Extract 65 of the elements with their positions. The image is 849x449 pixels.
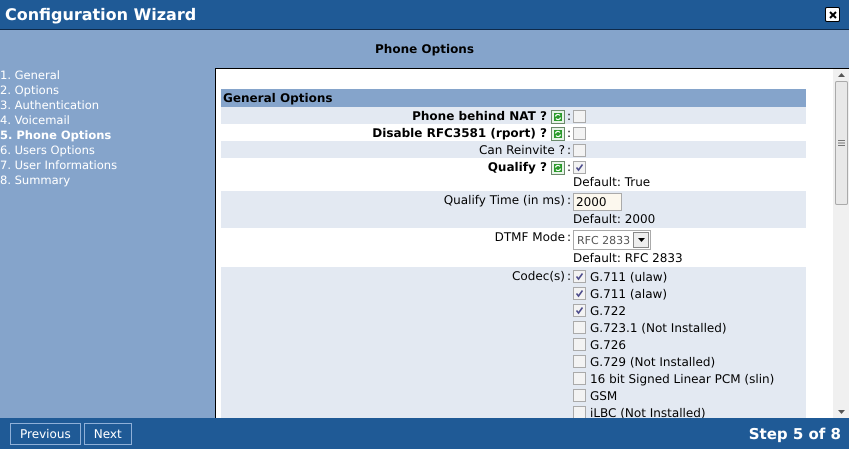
wizard-step[interactable]: 5. Phone Options: [0, 128, 112, 143]
wizard-step[interactable]: 4. Voicemail: [0, 113, 70, 128]
help-icon[interactable]: [550, 161, 565, 175]
nav-button[interactable]: Next: [84, 422, 132, 444]
option-label: G.723.1 (Not Installed): [590, 320, 727, 334]
checkbox[interactable]: [573, 144, 586, 157]
checkbox[interactable]: [573, 389, 586, 402]
up-arrow-icon[interactable]: [838, 73, 844, 77]
default-hint: Default: 2000: [573, 211, 656, 227]
option-label: G.726: [590, 338, 626, 352]
checkbox[interactable]: [573, 287, 586, 300]
wizard-step[interactable]: 7. User Informations: [0, 158, 118, 173]
colon: :: [566, 268, 571, 284]
close-icon: [826, 8, 838, 20]
help-icon[interactable]: [550, 110, 565, 124]
wizard-step[interactable]: 3. Authentication: [0, 98, 100, 113]
checkbox[interactable]: [573, 338, 586, 351]
help-icon[interactable]: [550, 127, 565, 141]
wizard-step[interactable]: 1. General: [0, 68, 60, 83]
checkbox[interactable]: [573, 161, 586, 174]
option-label: 16 bit Signed Linear PCM (slin): [590, 372, 774, 386]
caret-icon: [638, 238, 645, 242]
wizard-step[interactable]: 6. Users Options: [0, 143, 95, 158]
default-hint: Default: True: [573, 174, 652, 190]
checkbox[interactable]: [573, 321, 586, 334]
checkbox[interactable]: [573, 127, 586, 140]
checkbox[interactable]: [573, 304, 586, 317]
field-label: DTMF Mode: [494, 229, 565, 245]
option-label: GSM: [590, 388, 618, 402]
checkbox[interactable]: [573, 110, 586, 123]
colon: :: [566, 159, 571, 175]
wizard-step[interactable]: 2. Options: [0, 83, 59, 98]
option-label: iLBC (Not Installed): [590, 406, 706, 418]
option-label: G.711 (alaw): [590, 286, 668, 300]
option-label: G.711 (ulaw): [590, 270, 668, 284]
field-label: Phone behind NAT ?: [412, 108, 547, 124]
page-title: Phone Options: [374, 41, 475, 58]
wizard-step[interactable]: 8. Summary: [0, 173, 70, 188]
checkbox[interactable]: [573, 270, 586, 283]
section-header: General Options: [221, 89, 806, 107]
close-button[interactable]: [825, 7, 840, 22]
colon: :: [566, 192, 571, 208]
scrollbar-thumb[interactable]: [834, 81, 848, 205]
colon: :: [566, 108, 571, 124]
text-field[interactable]: 2000: [573, 193, 622, 211]
checkbox[interactable]: [573, 372, 586, 385]
option-label: G.722: [590, 304, 626, 318]
colon: :: [566, 229, 571, 245]
down-arrow-icon[interactable]: [838, 410, 844, 414]
field-label: Qualify Time (in ms): [444, 192, 565, 208]
option-label: G.729 (Not Installed): [590, 354, 716, 368]
checkbox[interactable]: [573, 406, 586, 418]
colon: :: [566, 125, 571, 141]
field-label: Disable RFC3581 (rport) ?: [372, 125, 547, 141]
field-label: Codec(s): [512, 268, 565, 284]
field-label: Can Reinvite ?: [478, 142, 565, 158]
scrollbar[interactable]: [833, 69, 849, 418]
colon: :: [566, 142, 571, 158]
field-label: Qualify ?: [488, 159, 547, 175]
window-title: Configuration Wizard: [5, 5, 196, 24]
default-hint: Default: RFC 2833: [573, 250, 684, 266]
nav-button[interactable]: Previous: [10, 422, 81, 444]
checkbox[interactable]: [573, 355, 586, 368]
dropdown[interactable]: RFC 2833: [573, 230, 652, 250]
step-indicator: Step 5 of 8: [748, 424, 841, 442]
